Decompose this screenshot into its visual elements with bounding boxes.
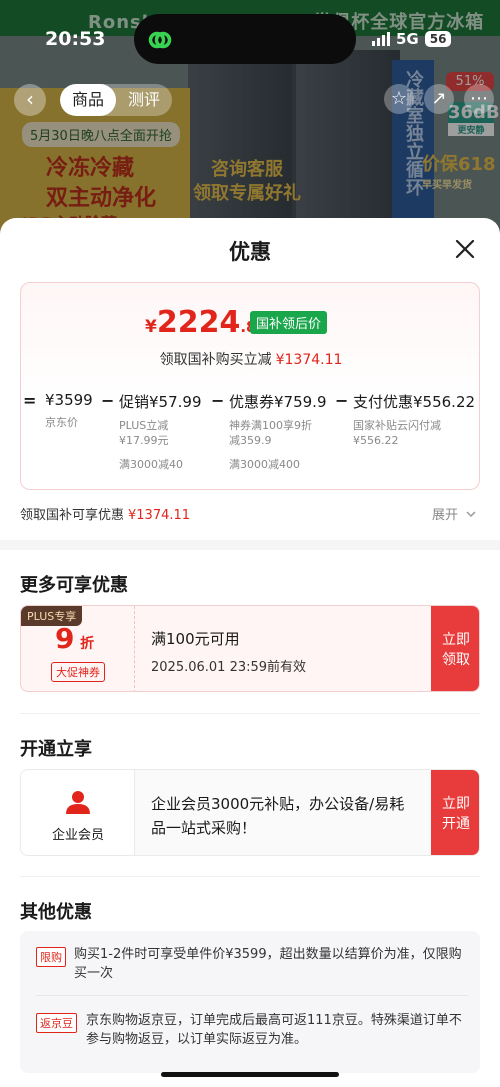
calc-item-payment: 支付优惠¥556.22 国家补贴云闪付减 ¥556.22 xyxy=(353,393,476,447)
activate-membership-button[interactable]: 立即开通 xyxy=(431,770,479,855)
price-breakdown-card: ¥2224.89 国补领后价 领取国补购买立减¥1374.11 = ¥3599 … xyxy=(20,282,480,490)
link-icon xyxy=(148,31,172,49)
list-item: 限购 购买1-2件时可享受单件价¥3599，超出数量以结算价为准，仅限购买一次 xyxy=(36,945,468,983)
membership-label: 企业会员 xyxy=(51,828,104,843)
battery-icon: 56 xyxy=(424,31,452,47)
coupon-condition: 满100元可用 xyxy=(151,630,240,648)
user-icon xyxy=(66,791,90,814)
signal-icon xyxy=(372,32,390,46)
offer-text: 购买1-2件时可享受单件价¥3599，超出数量以结算价为准，仅限购买一次 xyxy=(74,947,462,981)
price-tag-badge: 国补领后价 xyxy=(250,311,328,334)
other-offers-title: 其他优惠 xyxy=(20,902,92,923)
star-icon[interactable]: ☆ xyxy=(384,84,414,114)
nav-actions: ☆ ↗ ⋯ xyxy=(384,84,494,114)
coupon-expiry: 2025.06.01 23:59前有效 xyxy=(151,660,307,675)
jd-bean-tag: 返京豆 xyxy=(36,1013,77,1033)
equals-sign: = xyxy=(23,391,37,410)
chevron-down-icon xyxy=(466,511,476,518)
tab-product[interactable]: 商品 xyxy=(60,84,117,116)
membership-card: 企业会员 企业会员3000元补贴，办公设备/易耗品一站式采购！ 立即开通 xyxy=(20,769,480,856)
status-time: 20:53 xyxy=(45,28,106,50)
network-label: 5G xyxy=(396,30,419,48)
coupon-card: PLUS专享 9 折 大促神券 满100元可用 2025.06.01 23:59… xyxy=(20,605,480,692)
calc-item-promotion: 促销¥57.99 PLUS立减 ¥17.99元 满3000减40 xyxy=(119,393,202,471)
close-icon[interactable] xyxy=(452,236,478,262)
home-indicator[interactable] xyxy=(161,1072,339,1077)
share-icon[interactable]: ↗ xyxy=(424,84,454,114)
coupon-discount: 9 折 xyxy=(55,622,95,655)
product-nav: ‹ 商品 测评 ☆ ↗ ⋯ xyxy=(0,80,500,116)
back-arrow-icon[interactable]: ‹ xyxy=(14,84,46,116)
more-offers-title: 更多可享优惠 xyxy=(20,575,128,596)
minus-sign: − xyxy=(101,391,115,410)
purchase-limit-tag: 限购 xyxy=(36,947,66,967)
product-tabs: 商品 测评 xyxy=(60,84,173,116)
price-calculation: = ¥3599 京东价 − 促销¥57.99 PLUS立减 ¥17.99元 满3… xyxy=(21,391,481,481)
list-item: 返京豆 京东购物返京豆，订单完成后最高可返111京豆。特殊渠道订单不参与购物返豆… xyxy=(36,1011,468,1049)
minus-sign: − xyxy=(335,391,349,410)
expand-button[interactable]: 展开 xyxy=(432,504,477,523)
gov-subsidy-line: 领取国补购买立减 ¥1374.11 xyxy=(159,352,343,368)
other-offers-list: 限购 购买1-2件时可享受单件价¥3599，超出数量以结算价为准，仅限购买一次 … xyxy=(20,931,480,1073)
membership-badge: 企业会员 xyxy=(21,770,135,855)
calc-item-coupon: 优惠券¥759.9 神券满100享9折 减359.9 满3000减400 xyxy=(229,393,327,471)
calc-item-jd-price: ¥3599 京东价 xyxy=(45,391,93,429)
section-divider xyxy=(0,540,500,550)
coupon-value: PLUS专享 9 折 大促神券 xyxy=(21,606,135,691)
tab-review[interactable]: 测评 xyxy=(116,84,172,116)
divider xyxy=(20,713,480,714)
coupon-type-badge: 大促神券 xyxy=(51,662,105,682)
final-price: ¥2224.89 xyxy=(145,305,267,340)
claim-coupon-button[interactable]: 立即领取 xyxy=(431,606,479,691)
gov-subsidy-summary: 领取国补可享优惠 ¥1374.11 xyxy=(20,508,191,523)
offer-text: 京东购物返京豆，订单完成后最高可返111京豆。特殊渠道订单不参与购物返豆，以订单… xyxy=(86,1013,462,1047)
more-icon[interactable]: ⋯ xyxy=(464,84,494,114)
status-indicators: 5G 56 xyxy=(372,30,452,48)
sheet-title: 优惠 xyxy=(229,240,271,264)
membership-description: 企业会员3000元补贴，办公设备/易耗品一站式采购！ xyxy=(151,795,405,837)
membership-title: 开通立享 xyxy=(20,739,92,760)
minus-sign: − xyxy=(211,391,225,410)
divider xyxy=(20,876,480,877)
